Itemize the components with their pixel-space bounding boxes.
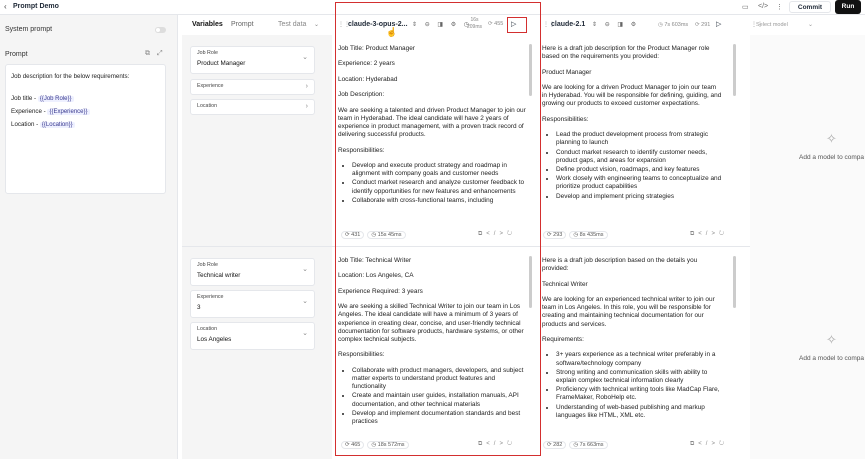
response-actions[interactable]: ⧉</>↻ xyxy=(690,231,728,238)
model-header-empty: ⋮⋮ Select model ⌄ xyxy=(750,16,865,36)
token-stat: ⟳ 455 xyxy=(488,21,504,27)
job-role-field[interactable]: Job Role Technical writer ⌄ xyxy=(190,258,315,286)
add-model-text[interactable]: Add a model to compa xyxy=(799,154,864,161)
job-role-value: Technical writer xyxy=(197,272,241,279)
chevron-down-icon[interactable]: ⌄ xyxy=(302,297,308,305)
scrollbar[interactable] xyxy=(733,256,736,308)
code-icon[interactable]: </> xyxy=(758,3,768,10)
prompt-line: Job title - {{Job Role}} xyxy=(11,95,74,102)
response-stats: ⟳ 293 ◷ 8s 435ms xyxy=(543,231,611,239)
system-prompt-label: System prompt xyxy=(5,26,53,33)
scrollbar[interactable] xyxy=(529,44,532,96)
prompt-line: Location - {{Location}} xyxy=(11,121,75,128)
prompt-line: Experience - {{Experience}} xyxy=(11,108,90,115)
experience-value: 3 xyxy=(197,304,201,311)
response-actions[interactable]: ⧉</>↻ xyxy=(478,441,516,448)
model-settings-icons[interactable]: ⇕ ⊖ ◨ ⚙ ◷ xyxy=(412,21,472,28)
location-field[interactable]: Location › xyxy=(190,99,315,115)
model-header-claude21: ⋮⋮ claude-2.1 ⇕ ⊖ ◨ ⚙ ◷ 7s 603ms ⟳ 291 ▷ xyxy=(541,16,746,36)
response-actions[interactable]: ⧉</>↻ xyxy=(478,231,516,238)
job-role-field[interactable]: Job Role Product Manager ⌄ xyxy=(190,46,315,74)
prompt-label: Prompt xyxy=(5,51,28,58)
tab-bar: Variables Prompt Test data ⌄ xyxy=(182,15,332,35)
response-actions[interactable]: ⧉</>↻ xyxy=(690,441,728,448)
run-button[interactable]: Run xyxy=(835,0,861,14)
job-role-label: Job Role xyxy=(197,50,218,56)
token-stat: ⟳ 291 xyxy=(695,22,711,28)
job-role-value: Product Manager xyxy=(197,60,246,67)
job-role-label: Job Role xyxy=(197,262,218,268)
model-select[interactable]: claude-2.1 xyxy=(551,21,585,28)
response-stats: ⟳ 431 ◷ 15s 45ms xyxy=(341,231,409,239)
select-model-dropdown[interactable]: Select model xyxy=(756,22,788,28)
chevron-down-icon[interactable]: ⌄ xyxy=(302,53,308,61)
experience-label: Experience xyxy=(197,83,224,89)
copy-icon[interactable]: ⧉ xyxy=(145,50,150,58)
back-icon[interactable]: ‹ xyxy=(4,2,7,11)
scrollbar[interactable] xyxy=(529,256,532,308)
chevron-down-icon[interactable]: ⌄ xyxy=(302,265,308,273)
latency-stat: ◷ 7s 603ms xyxy=(658,22,689,28)
system-prompt-toggle[interactable] xyxy=(155,27,166,33)
variable-tag: {{Experience}} xyxy=(47,109,90,115)
location-label: Location xyxy=(197,103,218,109)
prompt-editor[interactable] xyxy=(5,64,166,194)
response-stats: ⟳ 465 ◷ 18s 572ms xyxy=(341,441,412,449)
sparkle-icon: ✧ xyxy=(826,332,837,347)
model-settings-icons[interactable]: ⇕ ⊖ ◨ ⚙ xyxy=(592,21,639,28)
run-model-icon[interactable]: ▷ xyxy=(716,20,721,28)
response-claude21-pm: Here is a draft job description for the … xyxy=(542,45,722,228)
location-label: Location xyxy=(197,326,218,332)
more-icon[interactable]: ⋮ xyxy=(776,3,783,11)
chevron-right-icon[interactable]: › xyxy=(306,103,308,110)
experience-field[interactable]: Experience › xyxy=(190,79,315,95)
chevron-down-icon[interactable]: ⌄ xyxy=(808,21,813,28)
response-claude21-tw: Here is a draft job description based on… xyxy=(542,257,722,438)
chevron-down-icon[interactable]: ⌄ xyxy=(302,329,308,337)
chevron-right-icon[interactable]: › xyxy=(306,83,308,90)
response-opus-tw: Job Title: Technical Writer Location: Lo… xyxy=(338,257,526,438)
response-stats: ⟳ 282 ◷ 7s 663ms xyxy=(543,441,611,449)
highlight-run-box xyxy=(507,17,527,33)
variable-tag: {{Job Role}} xyxy=(37,96,74,102)
tab-variables[interactable]: Variables xyxy=(192,21,223,28)
scrollbar[interactable] xyxy=(733,44,736,96)
response-opus-pm: Job Title: Product Manager Experience: 2… xyxy=(338,45,526,228)
experience-field[interactable]: Experience 3 ⌄ xyxy=(190,290,315,318)
latency-stat: 16s 209ms xyxy=(467,17,483,30)
location-field[interactable]: Location Los Angeles ⌄ xyxy=(190,322,315,350)
add-model-column xyxy=(750,35,865,459)
location-value: Los Angeles xyxy=(197,336,232,343)
sparkle-icon: ✧ xyxy=(826,131,837,146)
variable-tag: {{Location}} xyxy=(39,122,75,128)
experience-label: Experience xyxy=(197,294,224,300)
expand-icon[interactable]: ⤢ xyxy=(157,50,163,58)
prompt-line: Job description for the below requiremen… xyxy=(11,73,130,80)
chevron-down-icon[interactable]: ⌄ xyxy=(314,21,319,28)
cursor-icon: ☝ xyxy=(386,27,398,37)
model-header-opus: ⋮⋮ claude-3-opus-2... ⇕ ⊖ ◨ ⚙ ◷ 16s 209ms… xyxy=(336,16,536,36)
top-bar: ‹ Prompt Demo ▭ </> ⋮ Commit Run xyxy=(0,0,865,15)
model-select[interactable]: claude-3-opus-2... xyxy=(348,21,408,28)
app-title: Prompt Demo xyxy=(13,3,59,10)
panel-icon[interactable]: ▭ xyxy=(742,3,749,11)
add-model-text[interactable]: Add a model to compa xyxy=(799,355,864,362)
tab-test-data[interactable]: Test data xyxy=(278,21,306,28)
commit-button[interactable]: Commit xyxy=(789,1,831,13)
tab-prompt[interactable]: Prompt xyxy=(231,21,254,28)
